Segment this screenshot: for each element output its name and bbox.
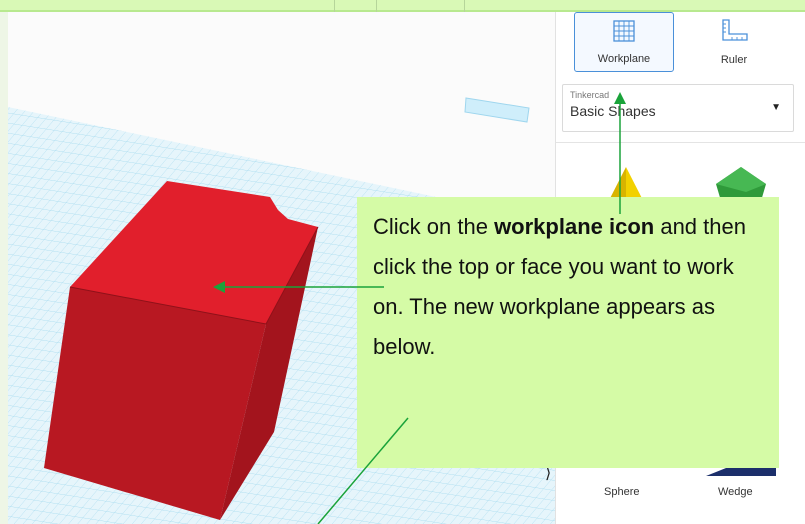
panel-divider [556,142,805,143]
ruler-icon [722,19,748,41]
ruler-label: Ruler [720,54,748,66]
workplane-button[interactable]: Workplane [574,12,674,72]
workplane-label: Workplane [597,53,651,65]
workplane-icon [613,20,635,42]
chevron-down-icon: ▼ [771,102,781,113]
instruction-callout: Click on the workplane icon and then cli… [357,197,779,468]
top-bar-divider [334,0,335,12]
top-bar [0,0,805,12]
library-source: Tinkercad [570,90,610,100]
callout-text-start: Click on the [373,214,495,239]
callout-text-bold: workplane icon [494,214,655,239]
view-marker [464,97,530,123]
ruler-button[interactable]: Ruler [684,12,784,72]
top-bar-divider [376,0,377,12]
shape-label-wedge[interactable]: Wedge [718,486,753,498]
shape-label-sphere[interactable]: Sphere [604,486,639,498]
library-category: Basic Shapes [570,103,656,119]
top-bar-divider [464,0,465,12]
shape-library-dropdown[interactable]: Tinkercad Basic Shapes ▼ [562,84,794,132]
left-edge-strip [0,12,8,524]
